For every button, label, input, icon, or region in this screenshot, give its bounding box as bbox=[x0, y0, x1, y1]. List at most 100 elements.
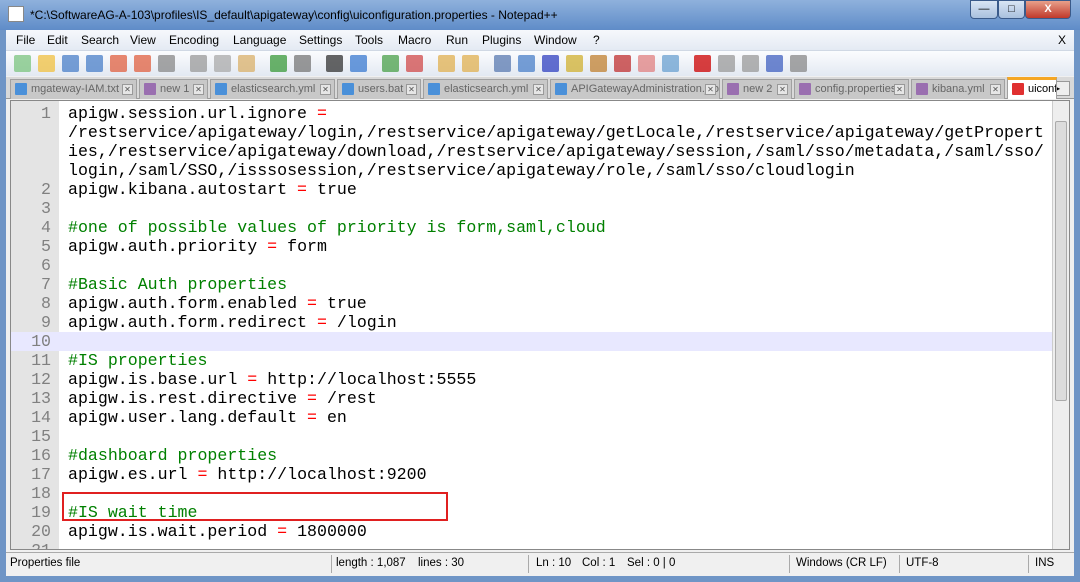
line-number: 8 bbox=[41, 294, 51, 313]
line-number: 19 bbox=[31, 503, 51, 522]
code-line[interactable]: 15 bbox=[11, 427, 1053, 446]
sync-v-icon[interactable] bbox=[438, 55, 455, 72]
stop-macro-icon[interactable] bbox=[718, 55, 735, 72]
close-button[interactable]: X bbox=[1025, 0, 1071, 19]
redo-icon[interactable] bbox=[294, 55, 311, 72]
zoom-out-icon[interactable] bbox=[406, 55, 423, 72]
code-line[interactable]: ies,/restservice/apigateway/download,/re… bbox=[11, 142, 1053, 161]
tab-3[interactable]: users.bat ✕ bbox=[337, 79, 421, 99]
property-value: form bbox=[287, 237, 327, 256]
tab-9[interactable]: uiconf bbox=[1007, 77, 1057, 99]
wrap-icon[interactable] bbox=[494, 55, 511, 72]
code-line[interactable]: 5 apigw.auth.priority = form bbox=[11, 237, 1053, 256]
tab-7[interactable]: config.properties ✕ bbox=[794, 79, 909, 99]
tab-close-icon[interactable]: ✕ bbox=[777, 84, 788, 95]
function-list-icon[interactable] bbox=[614, 55, 631, 72]
tab-close-icon[interactable]: ✕ bbox=[533, 84, 544, 95]
code-line[interactable]: 3 bbox=[11, 199, 1053, 218]
tab-6[interactable]: new 2 ✕ bbox=[722, 79, 792, 99]
menu-close-document[interactable]: X bbox=[1058, 33, 1066, 47]
find-icon[interactable] bbox=[326, 55, 343, 72]
monitor-icon[interactable] bbox=[662, 55, 679, 72]
close-all-icon[interactable] bbox=[134, 55, 151, 72]
scrollbar-thumb[interactable] bbox=[1055, 121, 1067, 401]
menu-language[interactable]: Language bbox=[233, 33, 286, 47]
tab-close-icon[interactable]: ✕ bbox=[406, 84, 417, 95]
copy-icon[interactable] bbox=[214, 55, 231, 72]
code-line[interactable]: /restservice/apigateway/login,/restservi… bbox=[11, 123, 1053, 142]
tab-close-icon[interactable]: ✕ bbox=[705, 84, 716, 95]
folder-icon[interactable] bbox=[638, 55, 655, 72]
open-icon[interactable] bbox=[38, 55, 55, 72]
menu-encoding[interactable]: Encoding bbox=[169, 33, 219, 47]
save-all-icon[interactable] bbox=[86, 55, 103, 72]
paste-icon[interactable] bbox=[238, 55, 255, 72]
code-line[interactable]: 2 apigw.kibana.autostart = true bbox=[11, 180, 1053, 199]
code-line[interactable]: 16 #dashboard properties bbox=[11, 446, 1053, 465]
sync-h-icon[interactable] bbox=[462, 55, 479, 72]
tab-close-icon[interactable]: ✕ bbox=[122, 84, 133, 95]
maximize-button[interactable]: □ bbox=[998, 0, 1025, 19]
indent-guide-icon[interactable] bbox=[542, 55, 559, 72]
line-number: 4 bbox=[41, 218, 51, 237]
zoom-in-icon[interactable] bbox=[382, 55, 399, 72]
replace-icon[interactable] bbox=[350, 55, 367, 72]
minimize-button[interactable]: — bbox=[970, 0, 998, 19]
tab-close-icon[interactable]: ✕ bbox=[320, 84, 331, 95]
code-line[interactable]: 13 apigw.is.rest.directive = /rest bbox=[11, 389, 1053, 408]
code-line[interactable]: 20 apigw.is.wait.period = 1800000 bbox=[11, 522, 1053, 541]
code-line[interactable]: 17 apigw.es.url = http://localhost:9200 bbox=[11, 465, 1053, 484]
tab-close-icon[interactable]: ✕ bbox=[990, 84, 1001, 95]
doc-map-icon[interactable] bbox=[590, 55, 607, 72]
menu-edit[interactable]: Edit bbox=[47, 33, 68, 47]
tab-0[interactable]: mgateway-IAM.txt ✕ bbox=[10, 79, 137, 99]
menu-window[interactable]: Window bbox=[534, 33, 577, 47]
menu-search[interactable]: Search bbox=[81, 33, 119, 47]
menu-settings[interactable]: Settings bbox=[299, 33, 342, 47]
code-line[interactable]: 11 #IS properties bbox=[11, 351, 1053, 370]
close-icon[interactable] bbox=[110, 55, 127, 72]
menu-macro[interactable]: Macro bbox=[398, 33, 431, 47]
new-file-icon[interactable] bbox=[14, 55, 31, 72]
code-line[interactable]: 7 #Basic Auth properties bbox=[11, 275, 1053, 294]
record-macro-icon[interactable] bbox=[694, 55, 711, 72]
cut-icon[interactable] bbox=[190, 55, 207, 72]
code-line[interactable]: 1 apigw.session.url.ignore = bbox=[11, 104, 1053, 123]
udl-icon[interactable] bbox=[566, 55, 583, 72]
vertical-scrollbar[interactable] bbox=[1052, 101, 1069, 549]
editor[interactable]: 1 apigw.session.url.ignore = /restservice… bbox=[10, 100, 1070, 550]
tab-close-icon[interactable]: ✕ bbox=[193, 84, 204, 95]
code-line[interactable]: 10 bbox=[11, 332, 1053, 351]
save-macro-icon[interactable] bbox=[790, 55, 807, 72]
code-line[interactable]: 6 bbox=[11, 256, 1053, 275]
undo-icon[interactable] bbox=[270, 55, 287, 72]
code-line[interactable]: 8 apigw.auth.form.enabled = true bbox=[11, 294, 1053, 313]
code-area[interactable]: 1 apigw.session.url.ignore = /restservice… bbox=[11, 104, 1053, 549]
menu-help[interactable]: ? bbox=[593, 33, 600, 47]
run-macro-multiple-icon[interactable] bbox=[766, 55, 783, 72]
show-all-icon[interactable] bbox=[518, 55, 535, 72]
status-encoding: UTF-8 bbox=[906, 557, 939, 569]
code-line[interactable]: 21 bbox=[11, 541, 1053, 549]
comment: #one of possible values of priority is f… bbox=[68, 218, 606, 237]
menu-tools[interactable]: Tools bbox=[355, 33, 383, 47]
code-line[interactable]: 9 apigw.auth.form.redirect = /login bbox=[11, 313, 1053, 332]
property-value: http://localhost:5555 bbox=[267, 370, 477, 389]
code-line[interactable]: 14 apigw.user.lang.default = en bbox=[11, 408, 1053, 427]
tab-4[interactable]: elasticsearch.yml ✕ bbox=[423, 79, 548, 99]
code-line[interactable]: login,/saml/SSO,/isssosession,/restservi… bbox=[11, 161, 1053, 180]
menu-plugins[interactable]: Plugins bbox=[482, 33, 521, 47]
tab-1[interactable]: new 1 ✕ bbox=[139, 79, 208, 99]
code-line[interactable]: 4 #one of possible values of priority is … bbox=[11, 218, 1053, 237]
menu-run[interactable]: Run bbox=[446, 33, 468, 47]
menu-view[interactable]: View bbox=[130, 33, 156, 47]
tab-close-icon[interactable]: ✕ bbox=[894, 84, 905, 95]
play-macro-icon[interactable] bbox=[742, 55, 759, 72]
code-line[interactable]: 12 apigw.is.base.url = http://localhost:5… bbox=[11, 370, 1053, 389]
save-icon[interactable] bbox=[62, 55, 79, 72]
print-icon[interactable] bbox=[158, 55, 175, 72]
tab-2[interactable]: elasticsearch.yml ✕ bbox=[210, 79, 335, 99]
menu-file[interactable]: File bbox=[16, 33, 35, 47]
tab-5[interactable]: APIGatewayAdministration.json ✕ bbox=[550, 79, 720, 99]
tab-8[interactable]: kibana.yml ✕ bbox=[911, 79, 1005, 99]
